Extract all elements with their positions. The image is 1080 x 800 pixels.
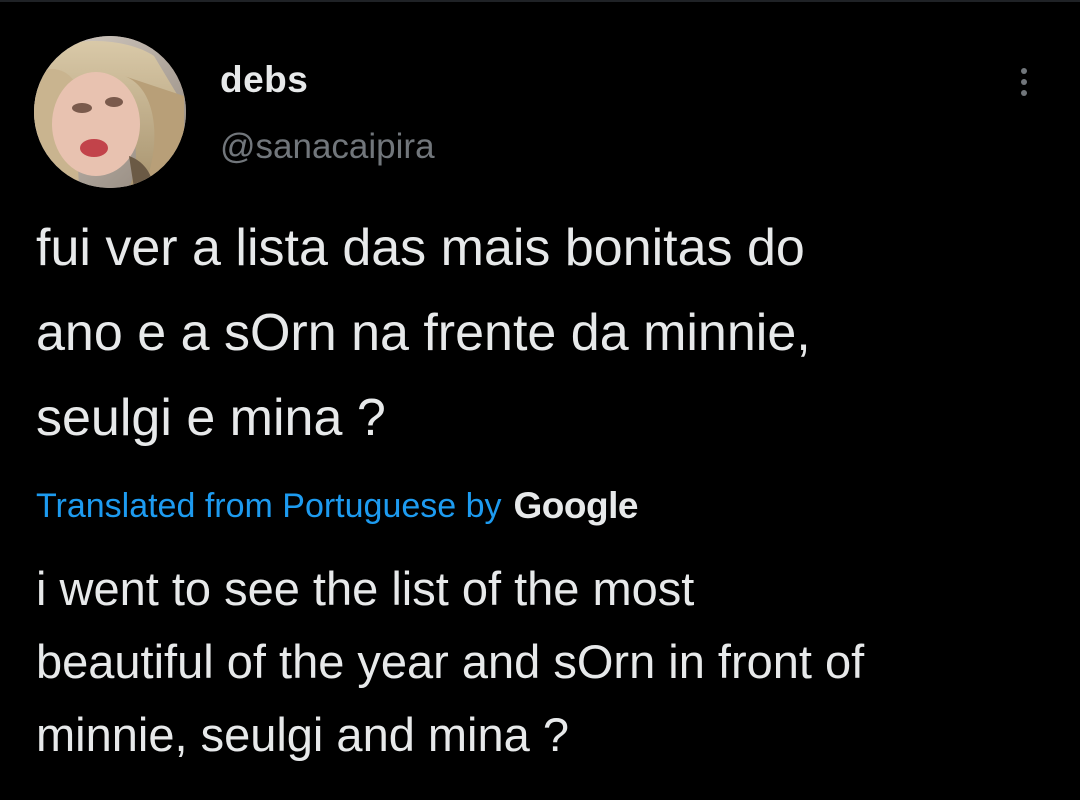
translation-attribution: Translated from Portuguese by Google [36, 482, 638, 530]
author-handle[interactable]: @sanacaipira [220, 126, 435, 168]
more-vertical-icon [1021, 68, 1027, 74]
more-vertical-icon-dot [1021, 79, 1027, 85]
more-options-button[interactable] [1004, 60, 1044, 104]
translated-tweet-text: i went to see the list of the most beaut… [36, 562, 865, 761]
translated-from-link[interactable]: Translated from Portuguese by [36, 487, 502, 526]
more-vertical-icon-dot [1021, 90, 1027, 96]
author-display-name[interactable]: debs [220, 58, 308, 102]
user-avatar-photo-icon [34, 36, 186, 188]
google-logo: Google [513, 485, 639, 526]
tweet-card: debs @sanacaipira fui ver a lista das ma… [0, 0, 1080, 800]
tweet-text: fui ver a lista das mais bonitas do ano … [36, 219, 811, 447]
avatar[interactable] [34, 36, 186, 188]
